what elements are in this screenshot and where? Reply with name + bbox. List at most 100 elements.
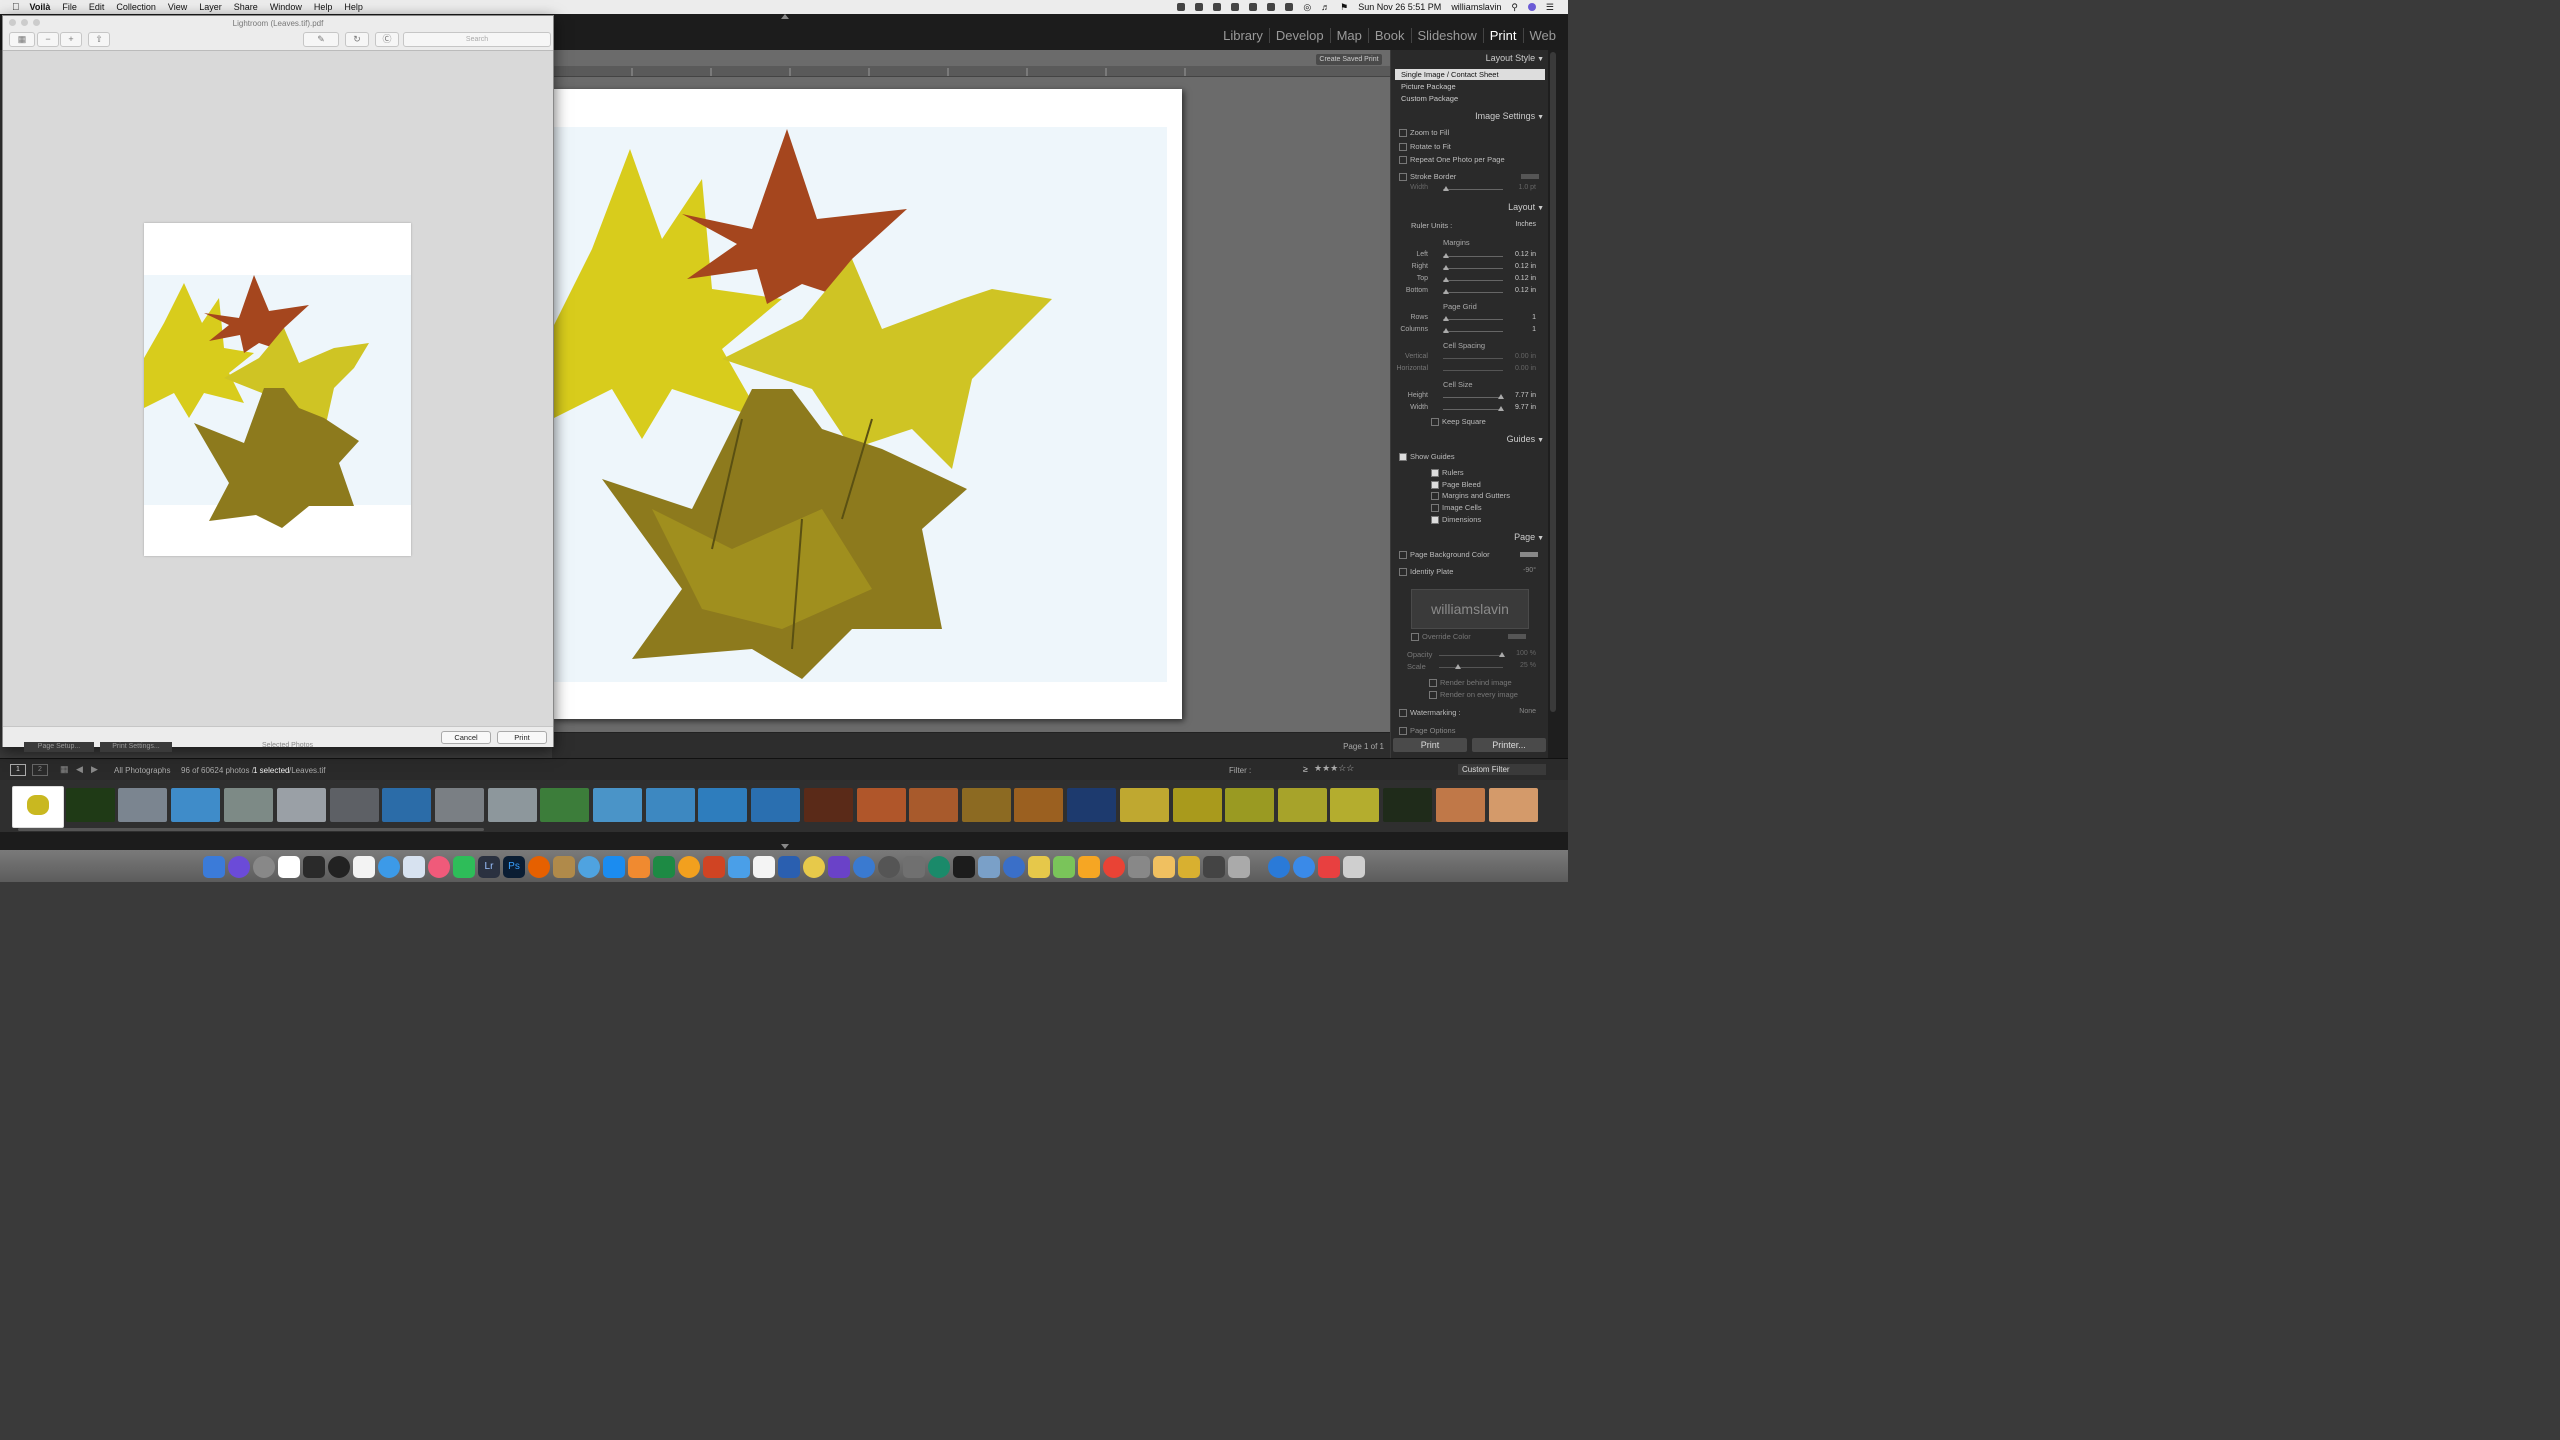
filmstrip-thumbnail[interactable]	[1278, 788, 1327, 822]
word-icon[interactable]	[778, 856, 800, 878]
slider-thumb[interactable]	[1443, 289, 1449, 294]
watermarking-checkbox[interactable]	[1399, 709, 1407, 718]
firefox-icon[interactable]	[528, 856, 550, 878]
app-icon[interactable]	[553, 856, 575, 878]
margin-top-value[interactable]: 0.12 in	[1515, 275, 1536, 282]
apple-icon[interactable]: 	[12, 2, 20, 13]
app-icon[interactable]	[1128, 856, 1150, 878]
module-develop[interactable]: Develop	[1268, 28, 1330, 43]
menu-window[interactable]: Window	[270, 2, 302, 12]
filter-preset-select[interactable]: Custom Filter	[1458, 764, 1546, 775]
rotate-to-fit-checkbox[interactable]	[1399, 143, 1407, 152]
page-bg-checkbox[interactable]	[1399, 551, 1407, 560]
margin-right-slider[interactable]	[1443, 265, 1503, 270]
time-machine-icon[interactable]	[1249, 3, 1258, 11]
module-print[interactable]: Print	[1482, 28, 1523, 43]
menu-collection[interactable]: Collection	[116, 2, 156, 12]
imovie-icon[interactable]	[828, 856, 850, 878]
filmstrip-thumbnail[interactable]	[1120, 788, 1169, 822]
module-web[interactable]: Web	[1522, 28, 1563, 43]
slider-thumb[interactable]	[1443, 277, 1449, 282]
app-icon[interactable]	[1228, 856, 1250, 878]
app-icon[interactable]	[1293, 856, 1315, 878]
vertical-spacing-value[interactable]: 0.00 in	[1515, 353, 1536, 360]
app-icon[interactable]	[753, 856, 775, 878]
status-icon[interactable]	[1195, 3, 1204, 11]
repeat-photo-row[interactable]: Repeat One Photo per Page	[1399, 155, 1505, 165]
slider-thumb[interactable]	[1443, 253, 1449, 258]
layout-single-image[interactable]: Single Image / Contact Sheet	[1395, 69, 1545, 80]
finder-icon[interactable]	[203, 856, 225, 878]
menu-help-2[interactable]: Help	[344, 2, 363, 12]
star-filter[interactable]: ★★★☆☆	[1314, 763, 1354, 774]
layout-header[interactable]: Layout	[1508, 202, 1544, 212]
flag-icon[interactable]: ⚑	[1340, 2, 1348, 13]
filmstrip-thumbnail[interactable]	[382, 788, 431, 822]
margins-gutters-checkbox[interactable]	[1431, 492, 1439, 501]
filmstrip-thumbnail[interactable]	[1225, 788, 1274, 822]
show-guides-checkbox[interactable]	[1399, 453, 1407, 462]
search-icon[interactable]: ⚲	[1511, 2, 1518, 13]
filmstrip-scrollbar[interactable]	[18, 828, 484, 831]
render-every-row[interactable]: Render on every image	[1429, 690, 1518, 700]
module-slideshow[interactable]: Slideshow	[1410, 28, 1483, 43]
layout-custom-package[interactable]: Custom Package	[1395, 93, 1545, 104]
calendar-icon[interactable]	[278, 856, 300, 878]
filmstrip-thumbnail[interactable]	[857, 788, 906, 822]
filmstrip-thumbnail[interactable]	[1173, 788, 1222, 822]
dropbox-icon[interactable]	[1231, 3, 1240, 11]
clock[interactable]: Sun Nov 26 5:51 PM	[1358, 2, 1441, 12]
slider-thumb[interactable]	[1443, 316, 1449, 321]
horizontal-spacing-slider[interactable]	[1443, 370, 1503, 371]
volume-icon[interactable]: ♬	[1321, 2, 1330, 12]
rotate-button[interactable]: ↻	[345, 32, 369, 47]
cell-width-value[interactable]: 9.77 in	[1515, 404, 1536, 411]
filmstrip-thumbnail[interactable]	[66, 788, 115, 822]
identity-plate-checkbox[interactable]	[1399, 568, 1407, 577]
slider-thumb[interactable]	[1443, 328, 1449, 333]
print-settings-button[interactable]: Print Settings...	[100, 742, 172, 752]
status-icon[interactable]	[1177, 3, 1186, 11]
app-icon[interactable]	[853, 856, 875, 878]
margin-left-value[interactable]: 0.12 in	[1515, 251, 1536, 258]
downloads-icon[interactable]	[1268, 856, 1290, 878]
menu-edit[interactable]: Edit	[89, 2, 105, 12]
filmstrip-thumbnail[interactable]	[1489, 788, 1538, 822]
identity-angle[interactable]: -90°	[1523, 567, 1536, 574]
page-header[interactable]: Page	[1514, 532, 1544, 542]
app-icon[interactable]	[1318, 856, 1340, 878]
keep-square-row[interactable]: Keep Square	[1431, 417, 1486, 427]
show-guides-row[interactable]: Show Guides	[1399, 452, 1455, 462]
outlook-icon[interactable]	[678, 856, 700, 878]
cell-width-slider[interactable]	[1443, 406, 1504, 411]
module-library[interactable]: Library	[1217, 28, 1269, 43]
excel-icon[interactable]	[653, 856, 675, 878]
printer-button[interactable]: Printer...	[1472, 738, 1546, 752]
grid-view-icon[interactable]: ▦	[60, 764, 69, 775]
notes-icon[interactable]	[353, 856, 375, 878]
zoom-out-button[interactable]: −	[37, 32, 59, 47]
create-saved-print-button[interactable]: Create Saved Print	[1316, 54, 1382, 65]
print-dialog-print-button[interactable]: Print	[497, 731, 547, 744]
filmstrip-thumbnail[interactable]	[277, 788, 326, 822]
opacity-slider[interactable]	[1439, 652, 1505, 657]
horizontal-spacing-value[interactable]: 0.00 in	[1515, 365, 1536, 372]
safari-icon[interactable]	[378, 856, 400, 878]
share-button[interactable]: ⇧	[88, 32, 110, 47]
render-behind-row[interactable]: Render behind image	[1429, 678, 1512, 688]
photos-icon[interactable]	[803, 856, 825, 878]
powerpoint-icon[interactable]	[703, 856, 725, 878]
ruler-units-select[interactable]: Inches	[1515, 221, 1536, 228]
zoom-in-button[interactable]: +	[60, 32, 82, 47]
page-bg-swatch[interactable]	[1520, 552, 1538, 557]
notification-center-icon[interactable]: ☰	[1546, 2, 1554, 13]
override-color-swatch[interactable]	[1508, 634, 1526, 639]
forward-arrow-icon[interactable]: ▶	[91, 764, 98, 775]
slider-thumb[interactable]	[1443, 186, 1449, 191]
slider-thumb[interactable]	[1455, 664, 1461, 669]
rows-value[interactable]: 1	[1532, 314, 1536, 321]
columns-value[interactable]: 1	[1532, 326, 1536, 333]
menu-layer[interactable]: Layer	[199, 2, 222, 12]
menu-view[interactable]: View	[168, 2, 187, 12]
cell-height-value[interactable]: 7.77 in	[1515, 392, 1536, 399]
